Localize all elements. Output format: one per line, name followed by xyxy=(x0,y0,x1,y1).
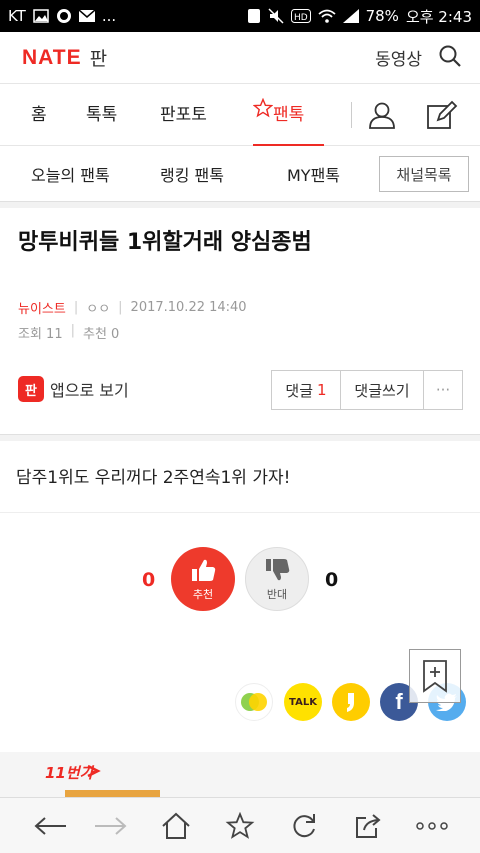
meta-separator: | xyxy=(118,300,123,315)
comment-button-group: 댓글 1 댓글쓰기 ··· xyxy=(271,370,463,410)
vote-section: 0 추천 반대 0 xyxy=(0,513,480,653)
tab-divider xyxy=(351,102,352,128)
channel-list-button[interactable]: 채널목록 xyxy=(379,156,469,192)
recommend-count: 추천 0 xyxy=(83,327,120,342)
video-link[interactable]: 동영상 xyxy=(375,45,422,70)
svg-text:HD: HD xyxy=(294,13,308,23)
ring-icon xyxy=(56,8,72,24)
subtab-today-fantalk[interactable]: 오늘의 팬톡 xyxy=(31,162,110,186)
thumbs-down-icon xyxy=(263,557,291,586)
signal-icon xyxy=(342,9,359,23)
browser-bottom-bar xyxy=(0,797,480,853)
battery-percent: 78% xyxy=(365,7,399,25)
bookmark-add-button[interactable] xyxy=(409,649,461,703)
status-bar: KT ... HD 78% 오후 2:43 xyxy=(0,0,480,32)
back-arrow-icon[interactable] xyxy=(33,810,69,842)
share-kakaotalk-icon[interactable]: TALK xyxy=(284,683,322,721)
thumbs-up-icon xyxy=(189,557,217,586)
write-icon[interactable] xyxy=(426,100,458,134)
main-tabs: 홈 톡톡 판포토 팬톡 xyxy=(0,84,480,146)
downvote-count: 0 xyxy=(325,569,339,591)
downvote-label: 반대 xyxy=(266,587,288,601)
forward-arrow-icon[interactable] xyxy=(92,810,128,842)
ad-arrow-icon xyxy=(87,764,101,778)
open-in-app[interactable]: 판 앱으로 보기 xyxy=(18,376,129,402)
more-options-button[interactable]: ··· xyxy=(424,371,462,409)
tab-panphoto[interactable]: 판포토 xyxy=(160,84,207,146)
nfc-icon xyxy=(247,8,261,24)
ad-banner[interactable]: 11번가 xyxy=(0,752,480,797)
comment-count: 1 xyxy=(317,381,327,399)
downvote-button[interactable]: 반대 xyxy=(245,547,309,611)
share-icon[interactable] xyxy=(350,810,386,842)
tab-toktok[interactable]: 톡톡 xyxy=(86,84,117,146)
article-meta: 뉴이스트 | ㅇㅇ | 2017.10.22 14:40 xyxy=(18,298,462,317)
tab-home[interactable]: 홈 xyxy=(31,84,47,146)
share-section: TALK f xyxy=(0,649,480,753)
comment-label: 댓글 xyxy=(285,381,314,400)
tab-fantalk-label: 팬톡 xyxy=(273,105,305,125)
mute-icon xyxy=(268,8,284,24)
author-nick: ㅇㅇ xyxy=(86,302,111,317)
app-header: NATE 판 동영상 xyxy=(0,32,480,84)
upvote-count: 0 xyxy=(142,569,156,591)
carrier-label: KT xyxy=(8,7,26,25)
bookmark-star-icon[interactable] xyxy=(222,810,258,842)
ad-image-strip xyxy=(65,790,160,797)
nate-logo: NATE xyxy=(22,45,82,69)
open-in-app-label: 앱으로 보기 xyxy=(50,381,129,400)
pan-app-icon: 판 xyxy=(18,376,44,402)
channel-name[interactable]: 뉴이스트 xyxy=(18,298,66,317)
tab-fantalk[interactable]: 팬톡 xyxy=(252,82,324,146)
clock: 오후 2:43 xyxy=(405,7,472,26)
article-stats: 조회 11 | 추천 0 xyxy=(18,323,462,342)
nate-pan-logo[interactable]: NATE 판 xyxy=(22,44,107,71)
wifi-icon xyxy=(318,9,336,23)
pan-logo-text: 판 xyxy=(89,48,108,70)
article-body: 담주1위도 우리꺼다 2주연속1위 가자! xyxy=(0,441,480,513)
subtab-ranking-fantalk[interactable]: 랭킹 팬톡 xyxy=(160,162,224,186)
refresh-icon[interactable] xyxy=(286,810,322,842)
share-kakaostory-icon[interactable] xyxy=(332,683,370,721)
upvote-button[interactable]: 추천 xyxy=(171,547,235,611)
upvote-label: 추천 xyxy=(192,587,214,601)
more-notifications: ... xyxy=(101,7,117,25)
write-comment-button[interactable]: 댓글쓰기 xyxy=(341,371,424,409)
sub-tabs: 오늘의 팬톡 랭킹 팬톡 MY팬톡 채널목록 xyxy=(0,146,480,202)
meta-separator: | xyxy=(73,300,79,315)
user-icon[interactable] xyxy=(368,101,396,133)
home-icon[interactable] xyxy=(158,810,194,842)
star-icon xyxy=(252,82,274,144)
search-icon[interactable] xyxy=(438,44,462,72)
comment-button[interactable]: 댓글 1 xyxy=(272,371,341,409)
mail-icon xyxy=(78,10,95,22)
share-line-icon[interactable] xyxy=(235,683,273,721)
post-datetime: 2017.10.22 14:40 xyxy=(130,300,247,315)
subtab-my-fantalk[interactable]: MY팬톡 xyxy=(287,162,340,186)
article-title: 망투비퀴들 1위할거래 양심종범 xyxy=(18,230,312,255)
hd-icon: HD xyxy=(290,9,311,23)
meta-separator: | xyxy=(70,323,75,338)
view-count: 조회 11 xyxy=(18,327,63,342)
more-menu-icon[interactable] xyxy=(414,810,450,842)
gallery-icon xyxy=(33,9,49,23)
article-header: 망투비퀴들 1위할거래 양심종범 뉴이스트 | ㅇㅇ | 2017.10.22 … xyxy=(0,208,480,435)
